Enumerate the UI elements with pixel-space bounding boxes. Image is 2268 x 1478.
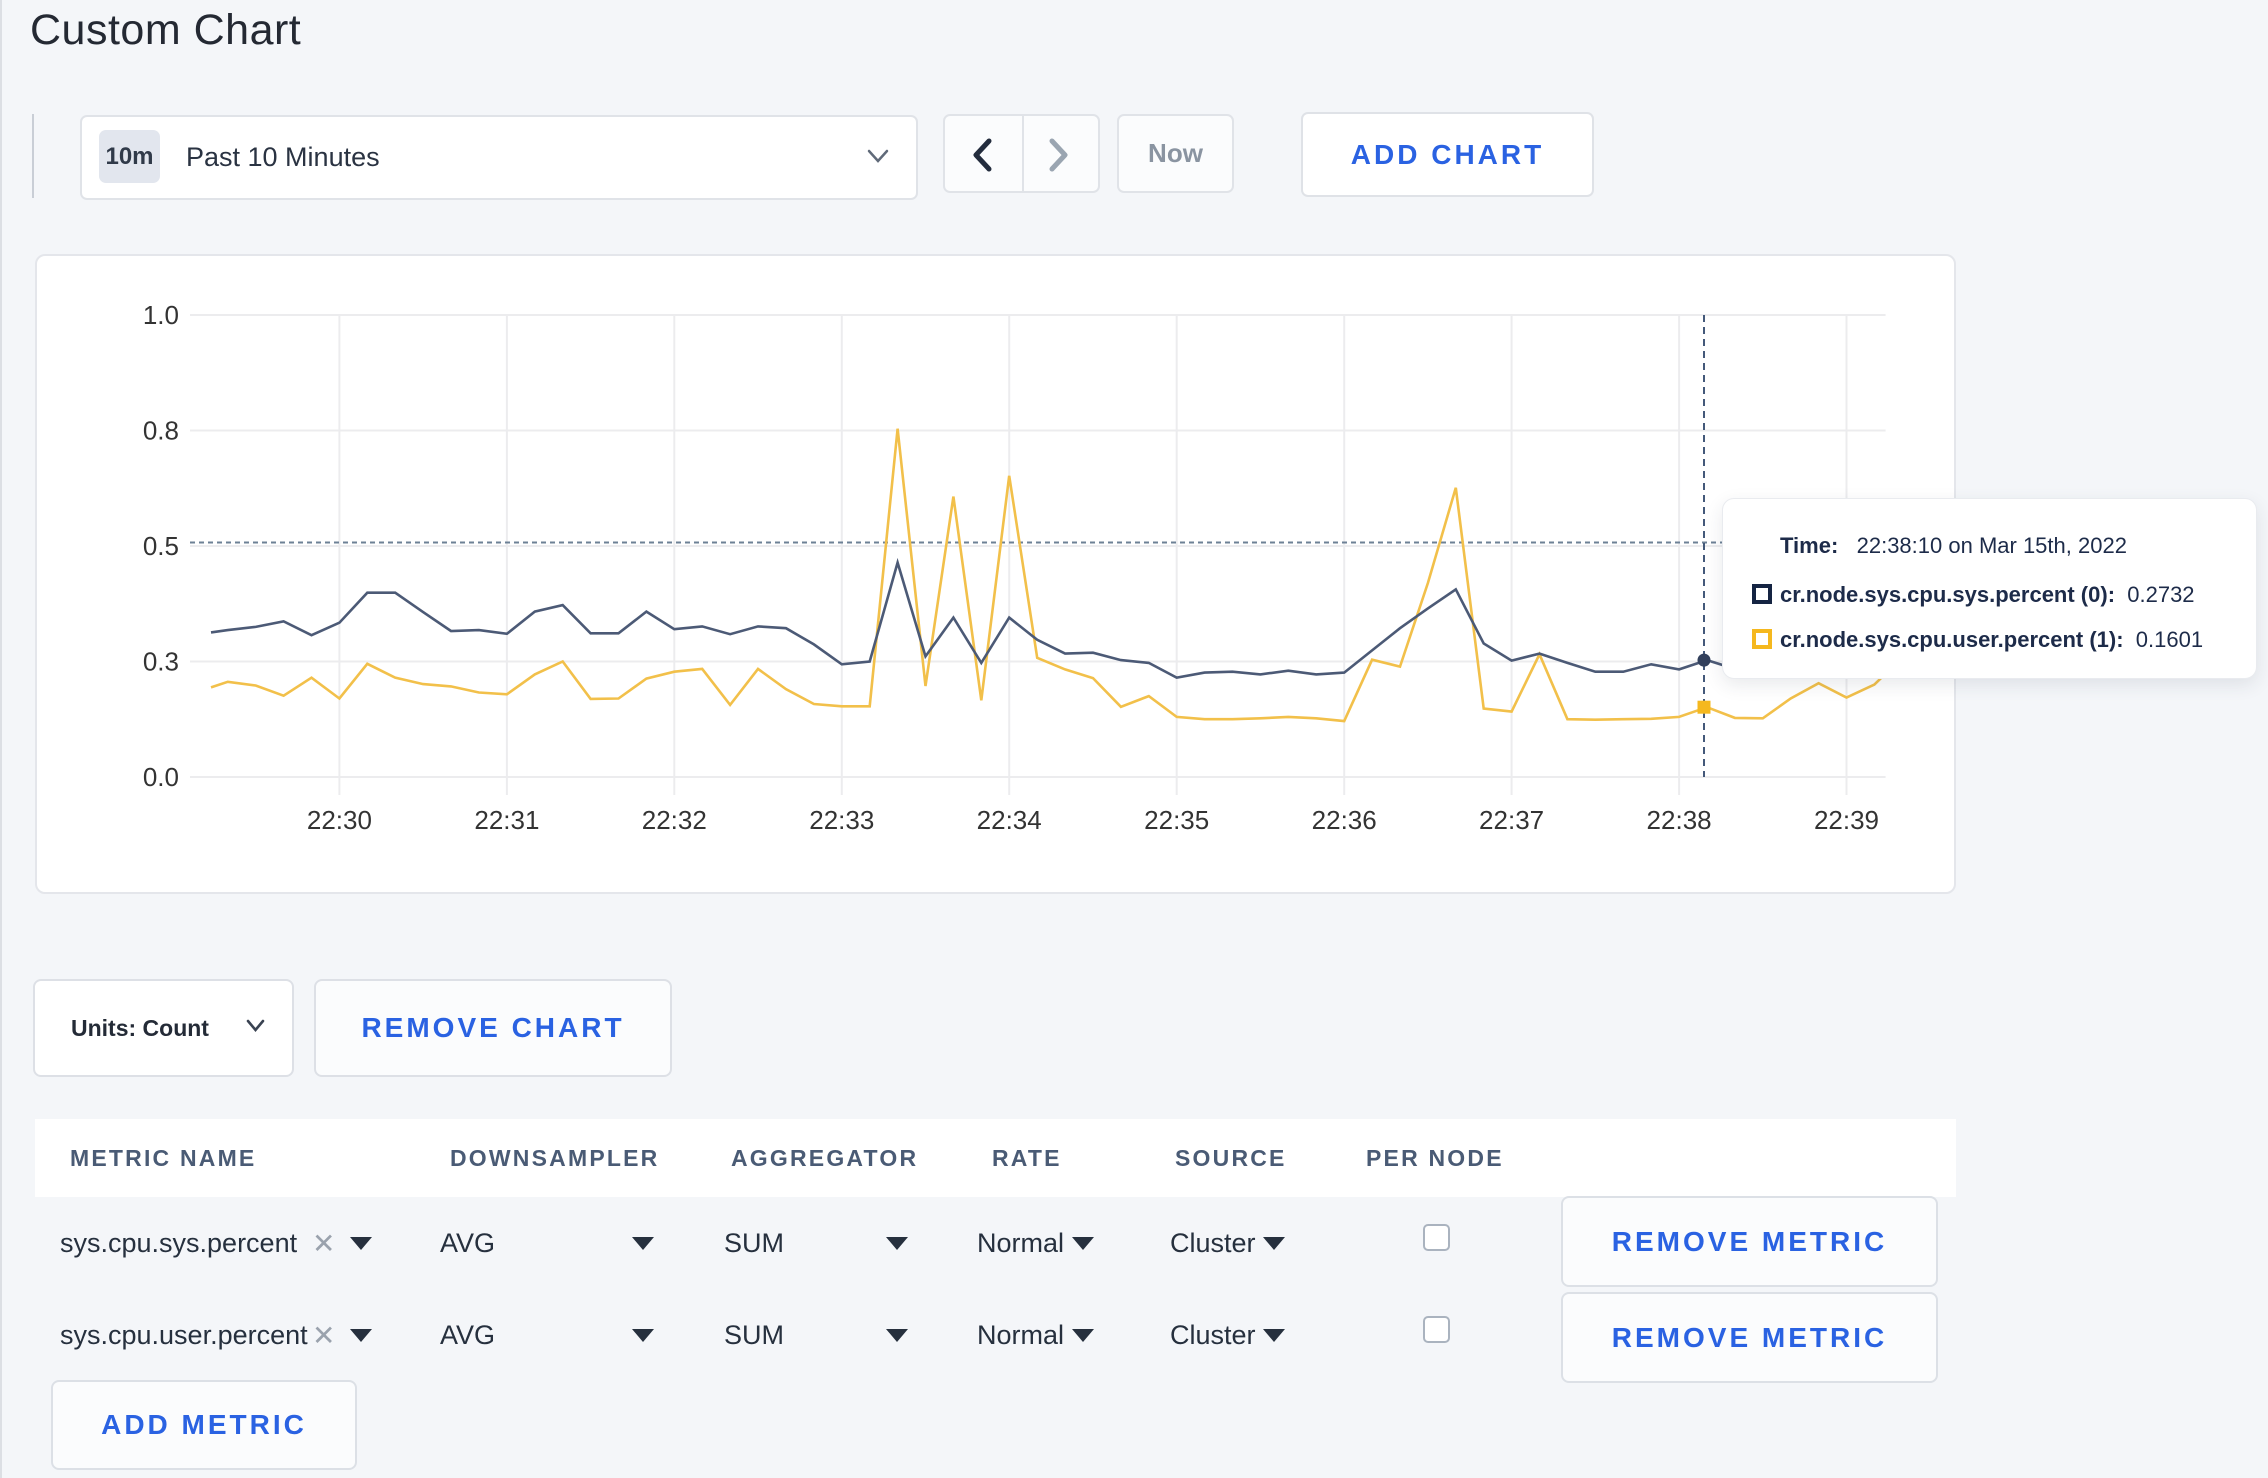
svg-text:22:30: 22:30 (307, 805, 372, 835)
svg-text:0.8: 0.8 (143, 416, 179, 446)
svg-text:1.0: 1.0 (143, 300, 179, 330)
svg-text:22:39: 22:39 (1814, 805, 1879, 835)
svg-text:0.3: 0.3 (143, 647, 179, 677)
svg-text:22:34: 22:34 (977, 805, 1042, 835)
svg-text:22:35: 22:35 (1144, 805, 1209, 835)
svg-text:0.0: 0.0 (143, 762, 179, 792)
svg-text:22:36: 22:36 (1312, 805, 1377, 835)
svg-text:22:32: 22:32 (642, 805, 707, 835)
svg-text:22:31: 22:31 (474, 805, 539, 835)
svg-text:22:38: 22:38 (1647, 805, 1712, 835)
svg-text:22:33: 22:33 (809, 805, 874, 835)
svg-text:0.5: 0.5 (143, 531, 179, 561)
svg-text:22:37: 22:37 (1479, 805, 1544, 835)
